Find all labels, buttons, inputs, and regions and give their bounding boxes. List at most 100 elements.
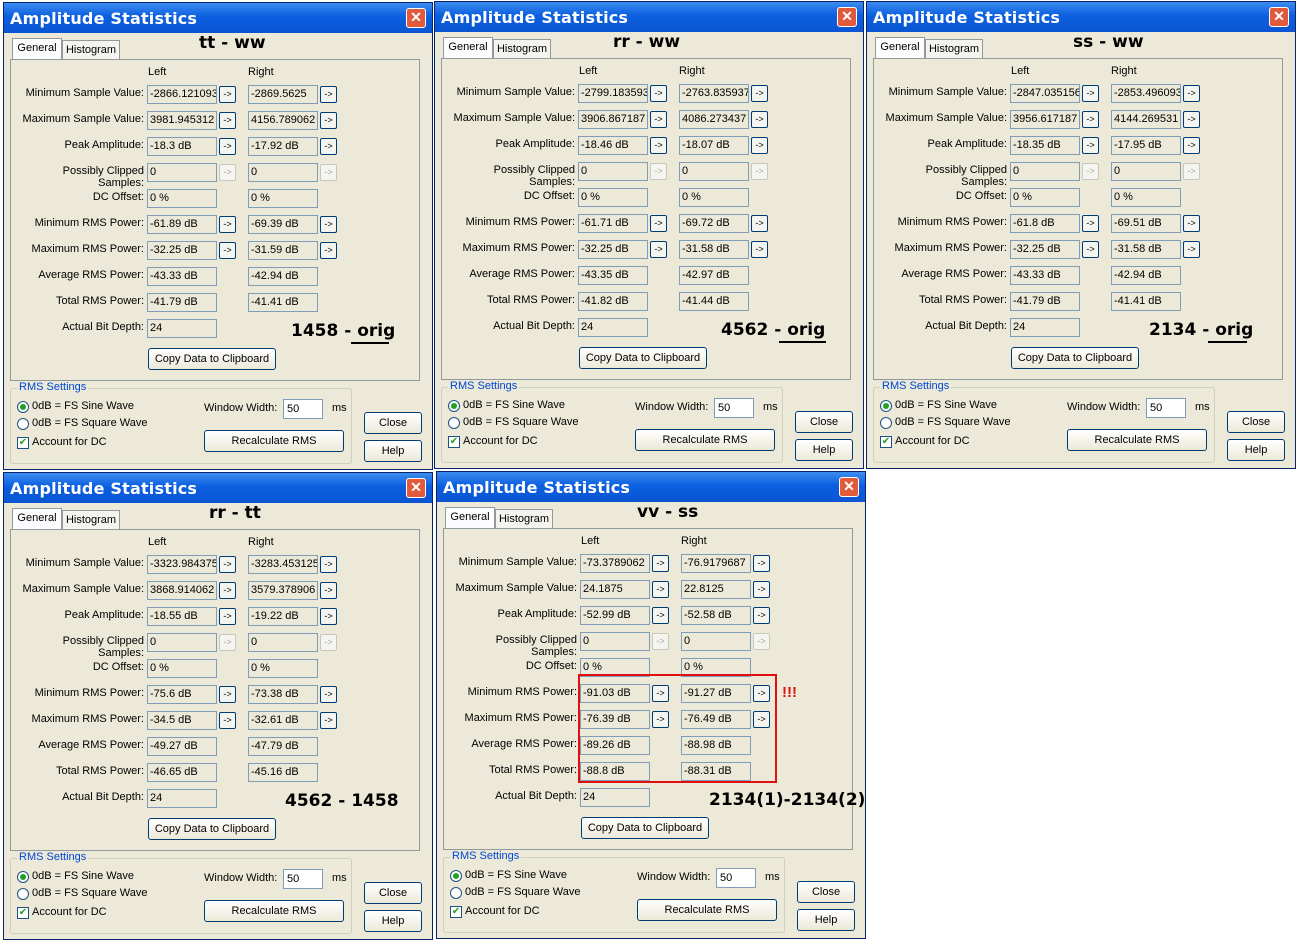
right-go-to-arrow-button[interactable]: -> (320, 608, 337, 625)
right-go-to-arrow-button[interactable]: -> (1183, 111, 1200, 128)
left-go-to-arrow-button[interactable]: -> (652, 555, 669, 572)
tab-general[interactable]: General (12, 508, 62, 530)
right-go-to-arrow-button[interactable]: -> (320, 216, 337, 233)
account-for-dc-checkbox[interactable]: ✔ (17, 907, 29, 919)
right-go-to-arrow-button[interactable]: -> (751, 137, 768, 154)
right-go-to-arrow-button[interactable]: -> (1183, 163, 1200, 180)
right-go-to-arrow-button[interactable]: -> (1183, 215, 1200, 232)
tab-histogram[interactable]: Histogram (62, 510, 120, 530)
right-go-to-arrow-button[interactable]: -> (753, 607, 770, 624)
left-go-to-arrow-button[interactable]: -> (219, 634, 236, 651)
right-go-to-arrow-button[interactable]: -> (751, 215, 768, 232)
left-go-to-arrow-button[interactable]: -> (219, 712, 236, 729)
radio-square-wave[interactable] (880, 417, 892, 429)
close-button[interactable]: Close (1227, 411, 1285, 433)
recalculate-rms-button[interactable]: Recalculate RMS (204, 900, 344, 922)
recalculate-rms-button[interactable]: Recalculate RMS (635, 429, 775, 451)
right-go-to-arrow-button[interactable]: -> (320, 556, 337, 573)
close-button[interactable]: Close (364, 882, 422, 904)
right-go-to-arrow-button[interactable]: -> (1183, 85, 1200, 102)
radio-sine-wave[interactable] (17, 871, 29, 883)
window-width-input[interactable]: 50 (714, 398, 754, 418)
right-go-to-arrow-button[interactable]: -> (320, 242, 337, 259)
copy-to-clipboard-button[interactable]: Copy Data to Clipboard (148, 348, 276, 370)
window-width-input[interactable]: 50 (283, 399, 323, 419)
recalculate-rms-button[interactable]: Recalculate RMS (1067, 429, 1207, 451)
radio-square-wave[interactable] (17, 418, 29, 430)
radio-sine-wave[interactable] (448, 400, 460, 412)
radio-sine-wave[interactable] (17, 401, 29, 413)
right-go-to-arrow-button[interactable]: -> (320, 164, 337, 181)
recalculate-rms-button[interactable]: Recalculate RMS (637, 899, 777, 921)
right-go-to-arrow-button[interactable]: -> (1183, 137, 1200, 154)
close-button[interactable]: Close (364, 412, 422, 434)
close-icon[interactable]: ✕ (406, 478, 426, 498)
help-button[interactable]: Help (364, 910, 422, 932)
window-width-input[interactable]: 50 (1146, 398, 1186, 418)
left-go-to-arrow-button[interactable]: -> (219, 112, 236, 129)
left-go-to-arrow-button[interactable]: -> (1082, 137, 1099, 154)
left-go-to-arrow-button[interactable]: -> (219, 242, 236, 259)
left-go-to-arrow-button[interactable]: -> (1082, 241, 1099, 258)
left-go-to-arrow-button[interactable]: -> (219, 686, 236, 703)
close-icon[interactable]: ✕ (839, 477, 859, 497)
left-go-to-arrow-button[interactable]: -> (219, 164, 236, 181)
help-button[interactable]: Help (797, 909, 855, 931)
window-width-input[interactable]: 50 (283, 869, 323, 889)
radio-square-wave[interactable] (17, 888, 29, 900)
right-go-to-arrow-button[interactable]: -> (751, 111, 768, 128)
right-go-to-arrow-button[interactable]: -> (753, 581, 770, 598)
left-go-to-arrow-button[interactable]: -> (650, 215, 667, 232)
help-button[interactable]: Help (364, 440, 422, 462)
copy-to-clipboard-button[interactable]: Copy Data to Clipboard (581, 817, 709, 839)
right-go-to-arrow-button[interactable]: -> (751, 85, 768, 102)
left-go-to-arrow-button[interactable]: -> (652, 607, 669, 624)
right-go-to-arrow-button[interactable]: -> (753, 555, 770, 572)
left-go-to-arrow-button[interactable]: -> (1082, 215, 1099, 232)
left-go-to-arrow-button[interactable]: -> (650, 137, 667, 154)
account-for-dc-checkbox[interactable]: ✔ (880, 436, 892, 448)
tab-histogram[interactable]: Histogram (62, 40, 120, 60)
title-bar[interactable]: Amplitude Statistics ✕ (867, 2, 1295, 32)
help-button[interactable]: Help (795, 439, 853, 461)
radio-square-wave[interactable] (450, 887, 462, 899)
right-go-to-arrow-button[interactable]: -> (320, 686, 337, 703)
close-button[interactable]: Close (795, 411, 853, 433)
help-button[interactable]: Help (1227, 439, 1285, 461)
left-go-to-arrow-button[interactable]: -> (650, 85, 667, 102)
close-icon[interactable]: ✕ (406, 8, 426, 28)
left-go-to-arrow-button[interactable]: -> (219, 556, 236, 573)
account-for-dc-checkbox[interactable]: ✔ (448, 436, 460, 448)
right-go-to-arrow-button[interactable]: -> (751, 163, 768, 180)
left-go-to-arrow-button[interactable]: -> (219, 582, 236, 599)
right-go-to-arrow-button[interactable]: -> (320, 634, 337, 651)
right-go-to-arrow-button[interactable]: -> (320, 112, 337, 129)
close-icon[interactable]: ✕ (1269, 7, 1289, 27)
left-go-to-arrow-button[interactable]: -> (652, 581, 669, 598)
tab-general[interactable]: General (445, 507, 495, 529)
account-for-dc-checkbox[interactable]: ✔ (17, 437, 29, 449)
radio-sine-wave[interactable] (880, 400, 892, 412)
left-go-to-arrow-button[interactable]: -> (650, 241, 667, 258)
copy-to-clipboard-button[interactable]: Copy Data to Clipboard (148, 818, 276, 840)
window-width-input[interactable]: 50 (716, 868, 756, 888)
left-go-to-arrow-button[interactable]: -> (1082, 163, 1099, 180)
title-bar[interactable]: Amplitude Statistics ✕ (437, 472, 865, 502)
left-go-to-arrow-button[interactable]: -> (1082, 85, 1099, 102)
tab-histogram[interactable]: Histogram (495, 509, 553, 529)
left-go-to-arrow-button[interactable]: -> (652, 633, 669, 650)
radio-square-wave[interactable] (448, 417, 460, 429)
left-go-to-arrow-button[interactable]: -> (219, 138, 236, 155)
close-icon[interactable]: ✕ (837, 7, 857, 27)
title-bar[interactable]: Amplitude Statistics ✕ (4, 473, 432, 503)
tab-general[interactable]: General (12, 38, 62, 60)
tab-general[interactable]: General (875, 37, 925, 59)
left-go-to-arrow-button[interactable]: -> (1082, 111, 1099, 128)
left-go-to-arrow-button[interactable]: -> (650, 163, 667, 180)
close-button[interactable]: Close (797, 881, 855, 903)
right-go-to-arrow-button[interactable]: -> (320, 712, 337, 729)
title-bar[interactable]: Amplitude Statistics ✕ (435, 2, 863, 32)
left-go-to-arrow-button[interactable]: -> (219, 216, 236, 233)
radio-sine-wave[interactable] (450, 870, 462, 882)
tab-histogram[interactable]: Histogram (925, 39, 983, 59)
